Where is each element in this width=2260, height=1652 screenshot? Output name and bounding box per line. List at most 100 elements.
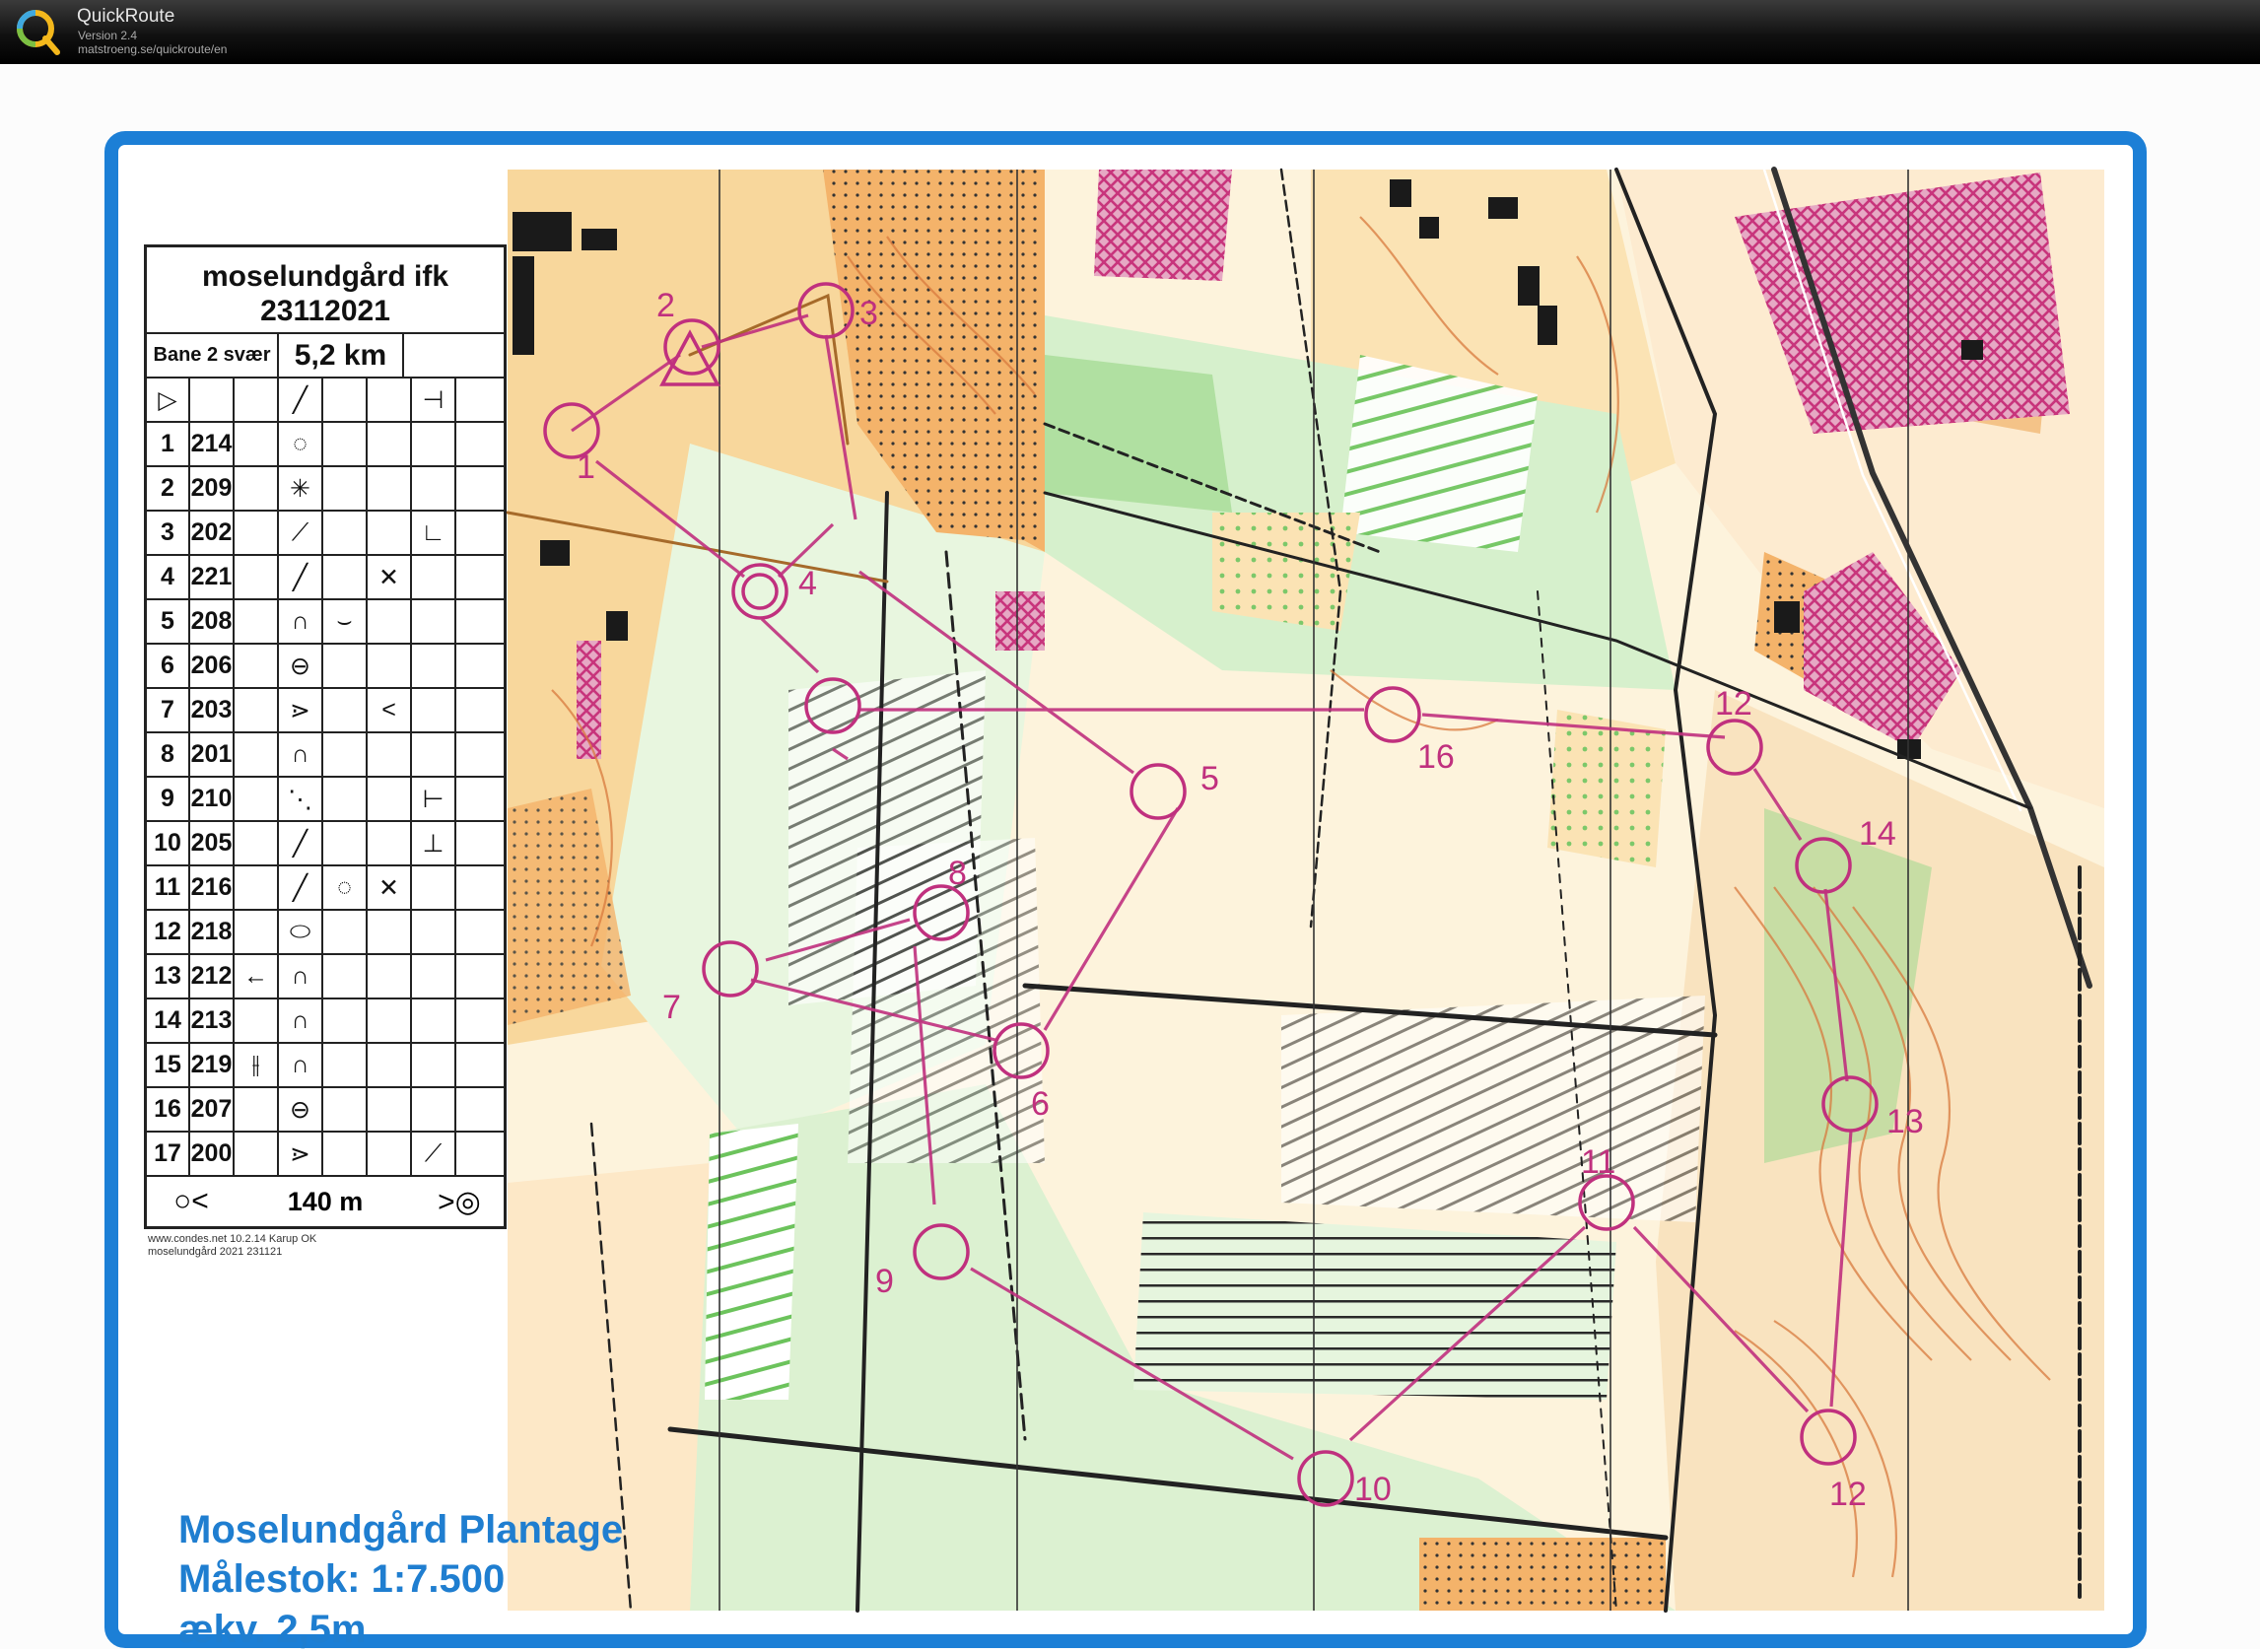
control-code: 213 xyxy=(190,999,235,1042)
control-label-10: 10 xyxy=(1354,1471,1392,1508)
location-symbol-icon xyxy=(412,1088,456,1131)
map-viewport[interactable]: 1 2 3 4 5 6 7 8 9 10 11 12 13 14 16 12 m… xyxy=(0,64,2260,1651)
direction-column xyxy=(235,1133,279,1175)
dimension-symbol-icon xyxy=(368,423,412,465)
direction-column xyxy=(235,512,279,554)
location-symbol-icon: ⟋ xyxy=(412,1133,456,1175)
finish-row: ○< 140 m >◎ xyxy=(147,1175,504,1226)
control-code: 212 xyxy=(190,955,235,998)
control-code: 201 xyxy=(190,733,235,776)
control-number: 9 xyxy=(147,778,190,820)
dimension-symbol-icon xyxy=(368,822,412,864)
feature-symbol-icon: ⟋ xyxy=(279,512,323,554)
feature-symbol-icon: ∩ xyxy=(279,1044,323,1086)
control-code: 203 xyxy=(190,689,235,731)
control-row-16: 16 207 ⊖ xyxy=(147,1086,504,1131)
appearance-symbol-icon xyxy=(323,1088,368,1131)
app-version: Version 2.4 xyxy=(78,29,138,42)
control-code: 214 xyxy=(190,423,235,465)
direction-column xyxy=(235,556,279,598)
direction-column xyxy=(235,645,279,687)
location-symbol-icon xyxy=(412,1044,456,1086)
direction-column xyxy=(235,689,279,731)
feature-symbol-icon: ∩ xyxy=(279,733,323,776)
other-info xyxy=(456,556,504,598)
control-label-3: 3 xyxy=(859,295,878,332)
window-title-bar: QuickRoute Version 2.4 matstroeng.se/qui… xyxy=(0,0,2260,64)
dimension-symbol-icon xyxy=(368,1044,412,1086)
control-code: 205 xyxy=(190,822,235,864)
control-code: 221 xyxy=(190,556,235,598)
other-info xyxy=(456,423,504,465)
credit-line-1: www.condes.net 10.2.14 Karup OK xyxy=(148,1233,317,1245)
control-row-2: 2 209 ✳ xyxy=(147,465,504,510)
control-number: 15 xyxy=(147,1044,190,1086)
course-length: 5,2 km xyxy=(279,334,404,377)
direction-column xyxy=(235,866,279,909)
app-name: QuickRoute xyxy=(77,6,175,27)
control-number: 14 xyxy=(147,999,190,1042)
appearance-symbol-icon: ⌣ xyxy=(323,600,368,643)
appearance-symbol-icon xyxy=(323,1044,368,1086)
event-name: moselundgård ifk xyxy=(201,260,449,293)
control-number: 10 xyxy=(147,822,190,864)
direction-column: ⫲ xyxy=(235,1044,279,1086)
control-row-14: 14 213 ∩ xyxy=(147,998,504,1042)
control-code: 200 xyxy=(190,1133,235,1175)
control-label-9: 9 xyxy=(875,1263,894,1300)
quickroute-logo-icon xyxy=(17,10,60,55)
control-code: 208 xyxy=(190,600,235,643)
control-code: 216 xyxy=(190,866,235,909)
software-credit: www.condes.net 10.2.14 Karup OK moselund… xyxy=(148,1233,316,1259)
dimension-symbol-icon xyxy=(368,512,412,554)
dimension-symbol-icon xyxy=(368,1088,412,1131)
control-label-13: 13 xyxy=(1886,1103,1924,1140)
feature-symbol-icon: ⋱ xyxy=(279,778,323,820)
app-url[interactable]: matstroeng.se/quickroute/en xyxy=(78,42,227,56)
finish-distance: 140 m xyxy=(287,1186,364,1216)
control-row-15: 15 219 ⫲ ∩ xyxy=(147,1042,504,1086)
direction-column xyxy=(235,999,279,1042)
other-info xyxy=(456,512,504,554)
appearance-symbol-icon xyxy=(323,733,368,776)
appearance-symbol-icon xyxy=(323,778,368,820)
control-label-8: 8 xyxy=(948,855,967,892)
direction-column xyxy=(235,822,279,864)
description-title: moselundgård ifk 23112021 xyxy=(147,247,504,332)
control-code: 219 xyxy=(190,1044,235,1086)
direction-column xyxy=(235,1088,279,1131)
appearance-symbol-icon xyxy=(323,556,368,598)
feature-symbol-icon: ∩ xyxy=(279,999,323,1042)
control-row-3: 3 202 ⟋ ∟ xyxy=(147,510,504,554)
dimension-symbol-icon xyxy=(368,999,412,1042)
appearance-symbol-icon: ◌ xyxy=(323,866,368,909)
dimension-symbol-icon xyxy=(368,600,412,643)
control-rows: 1 214 ◌ 2 209 ✳ 3 202 ⟋ ∟ 4 221 ╱ ✕ 5 208 ∩ ⌣ 6 206 ⊖ 7 203 ⋗ <… xyxy=(147,421,504,1175)
location-symbol-icon: ∟ xyxy=(412,512,456,554)
course-row: Bane 2 svær 5,2 km xyxy=(147,332,504,377)
credit-line-2: moselundgård 2021 231121 xyxy=(148,1246,283,1258)
location-symbol-icon xyxy=(412,467,456,510)
other-info xyxy=(456,1133,504,1175)
control-number: 11 xyxy=(147,866,190,909)
feature-symbol-icon: ⋗ xyxy=(279,1133,323,1175)
control-number: 3 xyxy=(147,512,190,554)
feature-symbol-icon: ∩ xyxy=(279,600,323,643)
control-number: 17 xyxy=(147,1133,190,1175)
dimension-symbol-icon xyxy=(368,911,412,953)
dimension-symbol-icon xyxy=(368,1133,412,1175)
control-number: 12 xyxy=(147,911,190,953)
course-name: Bane 2 svær xyxy=(147,334,279,377)
control-row-7: 7 203 ⋗ < xyxy=(147,687,504,731)
feature-symbol-icon: ∩ xyxy=(279,955,323,998)
control-number: 2 xyxy=(147,467,190,510)
end-icon: ⊣ xyxy=(412,379,456,421)
dimension-symbol-icon: ✕ xyxy=(368,866,412,909)
other-info xyxy=(456,822,504,864)
location-symbol-icon xyxy=(412,955,456,998)
dimension-symbol-icon xyxy=(368,733,412,776)
control-description-sheet: moselundgård ifk 23112021 Bane 2 svær 5,… xyxy=(144,244,507,1229)
other-info xyxy=(456,689,504,731)
location-symbol-icon xyxy=(412,423,456,465)
dimension-symbol-icon xyxy=(368,955,412,998)
